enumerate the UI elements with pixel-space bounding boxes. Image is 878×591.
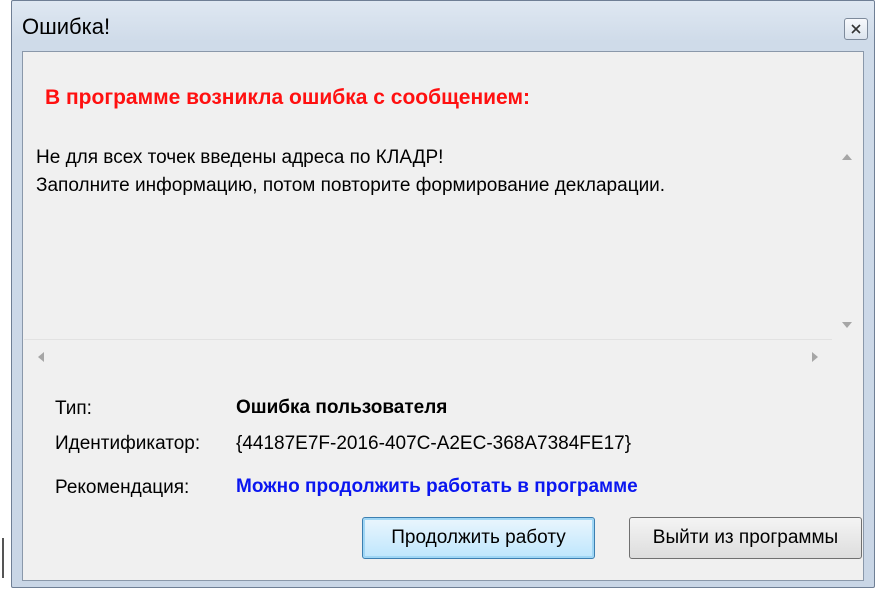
arrow-left-icon — [38, 352, 44, 362]
type-value: Ошибка пользователя — [236, 397, 448, 418]
type-label: Тип: — [55, 398, 92, 419]
scroll-left-button[interactable] — [24, 340, 58, 374]
arrow-down-icon — [842, 322, 852, 328]
horizontal-scrollbar[interactable] — [24, 339, 832, 374]
arrow-up-icon — [842, 154, 852, 160]
edge-mark — [2, 538, 8, 578]
background-edge — [0, 0, 11, 591]
continue-button[interactable]: Продолжить работу — [362, 517, 595, 559]
scroll-down-button[interactable] — [832, 310, 862, 340]
dialog-client-area: В программе возникла ошибка с сообщением… — [22, 51, 864, 581]
title-bar[interactable]: Ошибка! — [12, 1, 874, 51]
error-heading: В программе возникла ошибка с сообщением… — [45, 86, 530, 109]
close-button[interactable] — [844, 18, 868, 40]
scroll-right-button[interactable] — [798, 340, 832, 374]
error-dialog: Ошибка! В программе возникла ошибка с со… — [11, 0, 875, 588]
scrollbar-corner — [832, 340, 862, 374]
scroll-up-button[interactable] — [832, 142, 862, 172]
vertical-scrollbar[interactable] — [832, 138, 862, 340]
message-box[interactable]: Не для всех точек введены адреса по КЛАД… — [24, 138, 862, 374]
recommendation-value: Можно продолжить работать в программе — [236, 476, 638, 497]
exit-button[interactable]: Выйти из программы — [629, 517, 862, 559]
identifier-value: {44187E7F-2016-407C-A2EC-368A7384FE17} — [236, 433, 632, 454]
close-icon — [851, 24, 861, 34]
recommendation-label: Рекомендация: — [55, 477, 190, 498]
message-text: Не для всех точек введены адреса по КЛАД… — [36, 147, 666, 196]
identifier-label: Идентификатор: — [55, 433, 201, 454]
window-title: Ошибка! — [22, 14, 111, 39]
arrow-right-icon — [812, 352, 818, 362]
